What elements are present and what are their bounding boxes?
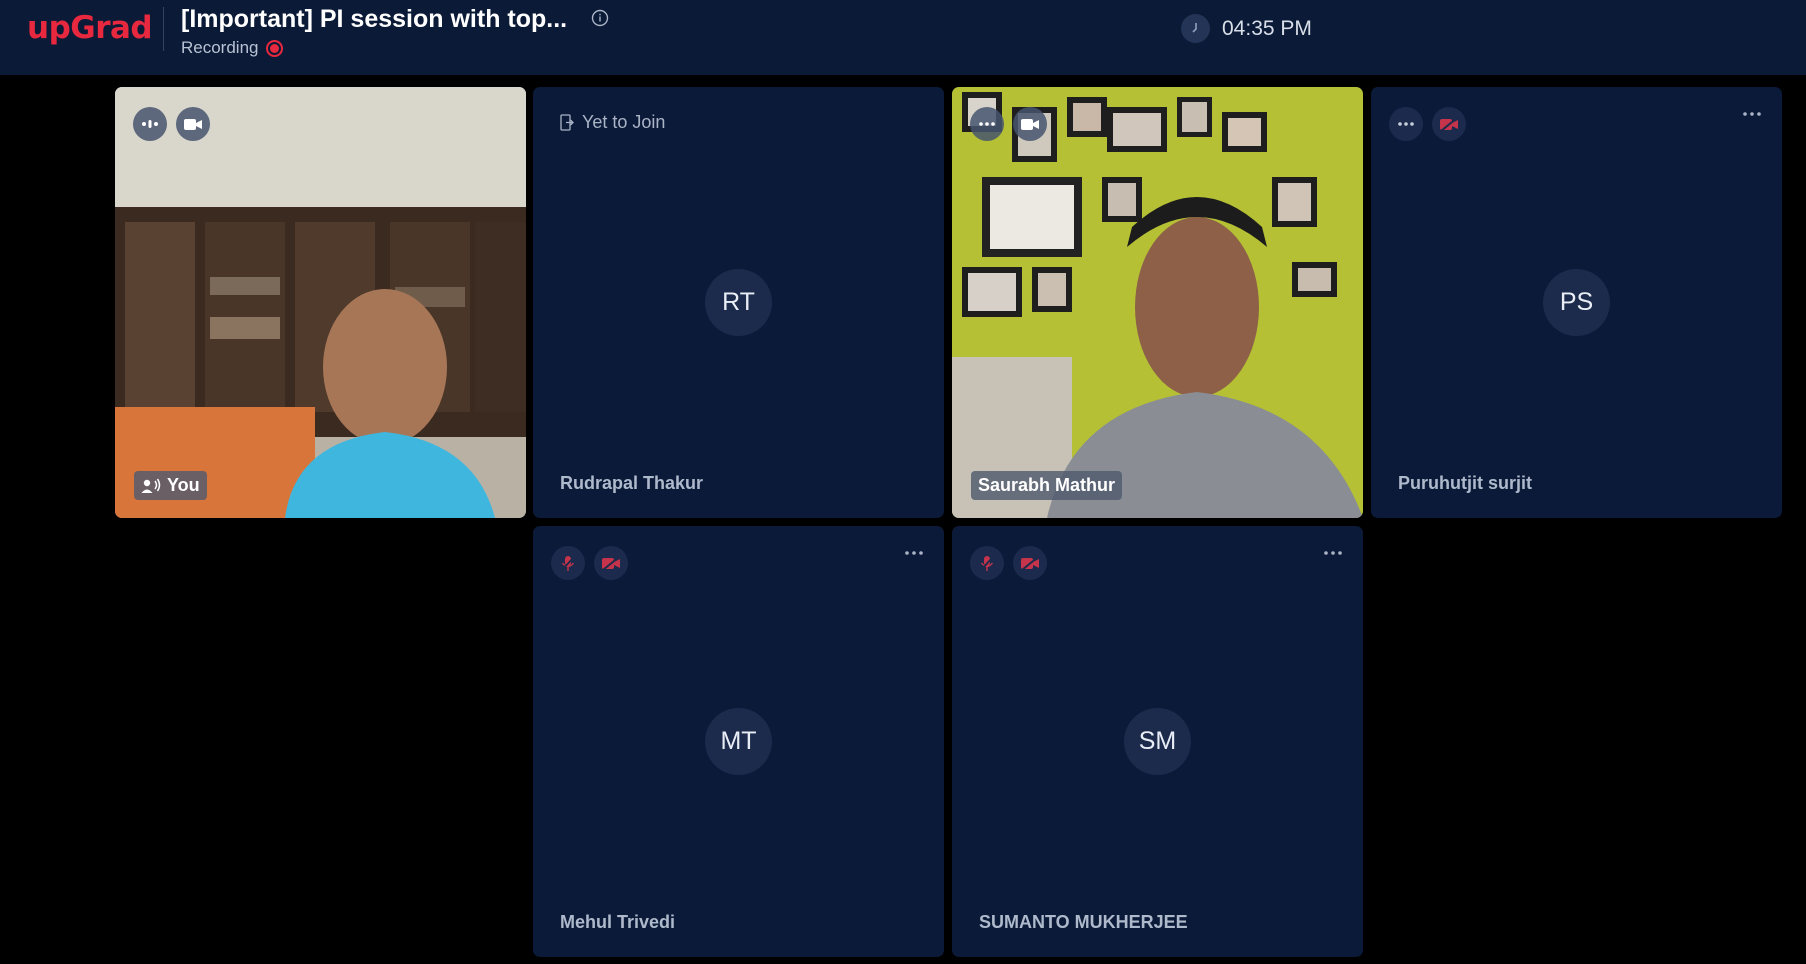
- session-title: [Important] PI session with top...: [181, 5, 568, 33]
- video-feed-you: [115, 87, 526, 518]
- more-options-icon[interactable]: [900, 543, 928, 563]
- participant-tile-rudrapal[interactable]: Yet to Join RT Rudrapal Thakur: [533, 87, 944, 518]
- participant-name-sumanto: SUMANTO MUKHERJEE: [979, 912, 1188, 932]
- mic-off-icon[interactable]: [970, 546, 1004, 580]
- speaking-icon: [141, 478, 161, 493]
- upgrad-logo: upGrad: [27, 10, 153, 46]
- participant-name-puruhutjit: Puruhutjit surjit: [1398, 473, 1532, 493]
- mic-off-icon[interactable]: [551, 546, 585, 580]
- more-options-icon[interactable]: [1319, 543, 1347, 563]
- current-time: 04:35 PM: [1222, 16, 1312, 40]
- recording-dot-icon: [265, 39, 283, 57]
- avatar-mt: MT: [705, 708, 772, 775]
- name-tag-saurabh: Saurabh Mathur: [971, 471, 1123, 500]
- participant-tile-puruhutjit[interactable]: PS Puruhutjit surjit: [1371, 87, 1782, 518]
- camera-off-icon[interactable]: [1013, 546, 1047, 580]
- avatar-sm: SM: [1124, 708, 1191, 775]
- participant-label-you: You: [167, 475, 200, 495]
- camera-icon[interactable]: [176, 107, 210, 141]
- more-dots-icon[interactable]: [970, 107, 1004, 141]
- avatar-rt: RT: [705, 269, 772, 336]
- video-feed-saurabh: [952, 87, 1363, 518]
- participant-tile-mehul[interactable]: MT Mehul Trivedi: [533, 526, 944, 957]
- camera-off-icon[interactable]: [594, 546, 628, 580]
- more-dots-icon[interactable]: [1389, 107, 1423, 141]
- yet-to-join-status: Yet to Join: [560, 112, 665, 133]
- recording-status: Recording: [181, 38, 283, 58]
- more-options-icon[interactable]: [1738, 104, 1766, 124]
- clock-icon: [1181, 14, 1210, 43]
- participant-name-mehul: Mehul Trivedi: [560, 912, 676, 932]
- info-icon[interactable]: [591, 9, 609, 27]
- camera-icon[interactable]: [1013, 107, 1047, 141]
- door-exit-icon: [560, 114, 574, 131]
- header-divider: [163, 7, 164, 51]
- name-tag-you: You: [134, 471, 207, 500]
- yet-to-join-label: Yet to Join: [582, 112, 666, 132]
- participant-tile-you[interactable]: You: [115, 87, 526, 518]
- participant-name-rudrapal: Rudrapal Thakur: [560, 473, 704, 493]
- avatar-ps: PS: [1543, 269, 1610, 336]
- camera-off-icon[interactable]: [1432, 107, 1466, 141]
- audio-level-icon[interactable]: [133, 107, 167, 141]
- participant-tile-saurabh[interactable]: Saurabh Mathur: [952, 87, 1363, 518]
- recording-label: Recording: [181, 38, 259, 57]
- clock: 04:35 PM: [1181, 14, 1312, 43]
- participant-tile-sumanto[interactable]: SM SUMANTO MUKHERJEE: [952, 526, 1363, 957]
- participant-name-saurabh: Saurabh Mathur: [978, 475, 1116, 495]
- top-bar: upGrad [Important] PI session with top..…: [0, 0, 1806, 75]
